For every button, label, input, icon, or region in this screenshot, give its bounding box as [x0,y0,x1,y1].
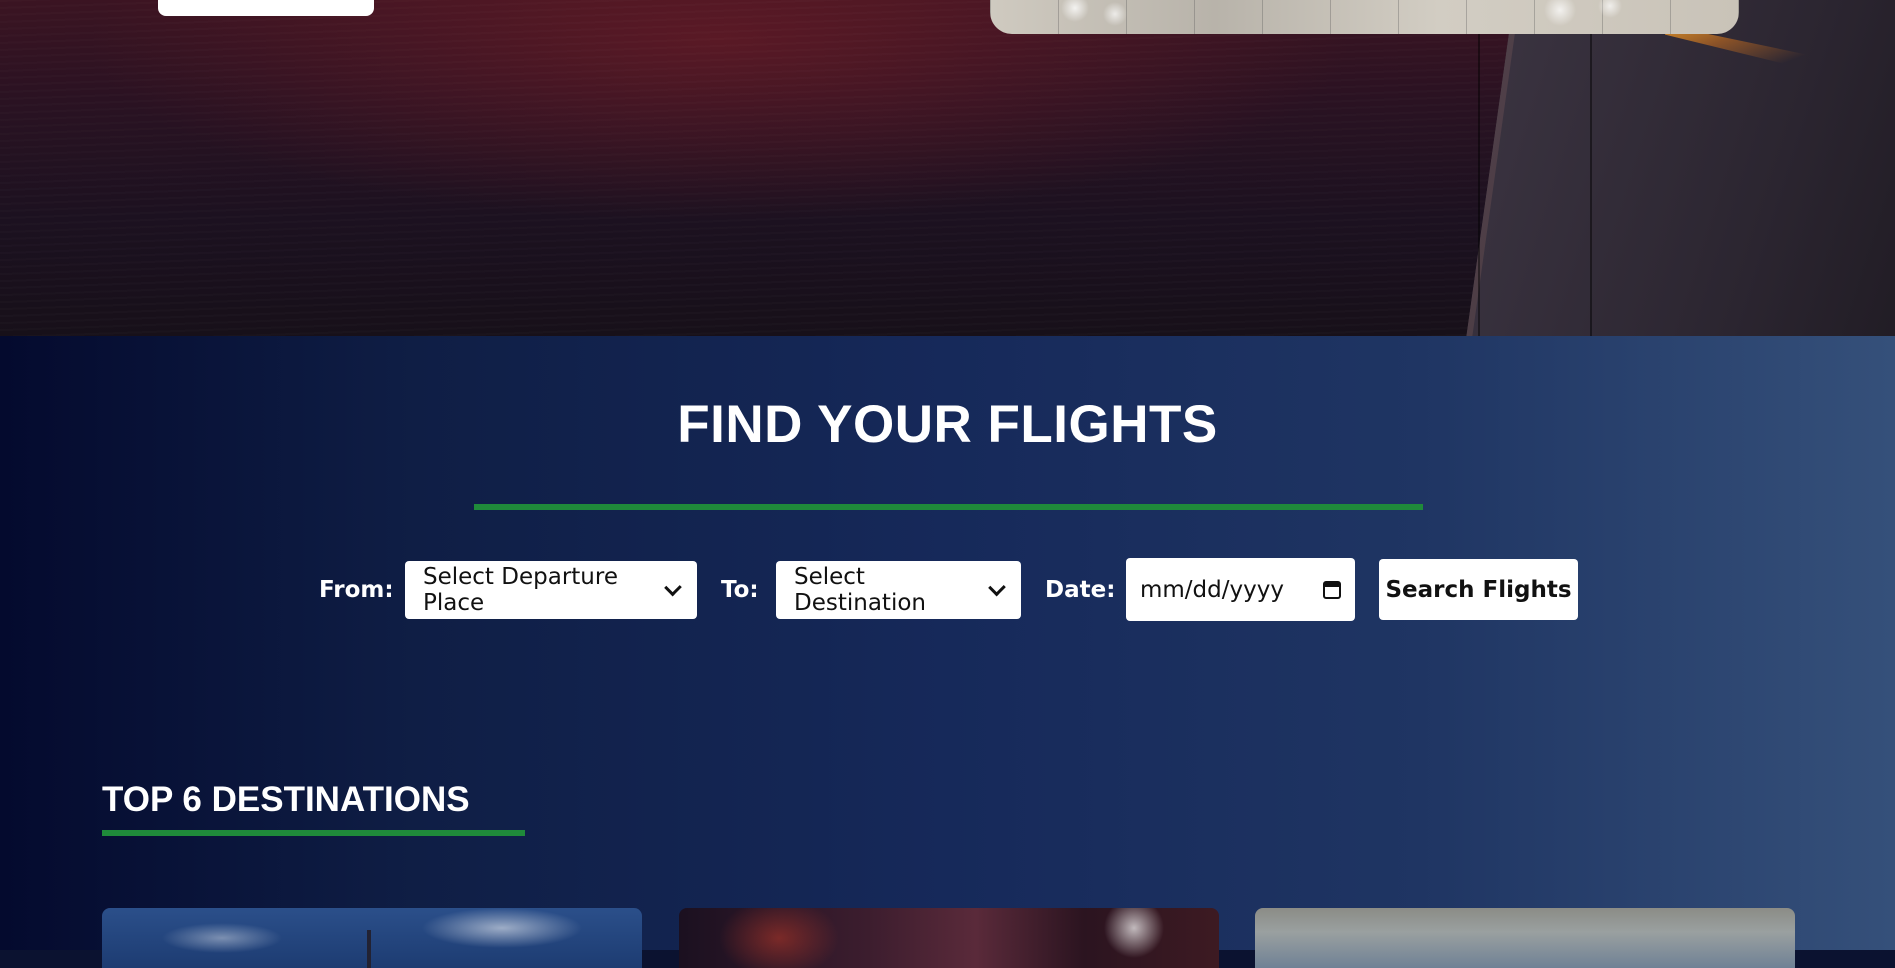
departure-select[interactable]: Select Departure Place [405,561,697,619]
chevron-down-icon [664,578,682,596]
to-label: To: [721,577,759,603]
destination-card[interactable] [1255,908,1795,968]
landmark-spire [367,930,371,968]
destinations-heading: TOP 6 DESTINATIONS [102,780,470,819]
hero-banner [0,0,1895,336]
destinations-underline [102,830,525,836]
hero-map-image [990,0,1739,34]
departure-select-value: Select Departure Place [423,564,618,616]
wing-seam [1478,30,1480,336]
chevron-down-icon [988,578,1006,596]
calendar-icon[interactable] [1323,580,1341,599]
date-label: Date: [1045,577,1116,603]
from-label: From: [319,577,394,603]
search-flights-button[interactable]: Search Flights [1379,559,1578,620]
destination-select-value: Select Destination [794,564,926,616]
airplane-wing-image [1461,0,1895,336]
date-input-placeholder: mm/dd/yyyy [1140,576,1284,603]
wing-seam [1590,30,1592,336]
title-underline [474,504,1423,510]
destination-card[interactable] [679,908,1219,968]
section-title: FIND YOUR FLIGHTS [677,395,1218,454]
flight-search-section: FIND YOUR FLIGHTS From: Select Departure… [0,336,1895,968]
destination-select[interactable]: Select Destination [776,561,1021,619]
hero-cta-button[interactable] [158,0,374,16]
map-lights [990,0,1739,34]
date-input[interactable]: mm/dd/yyyy [1126,558,1355,621]
destination-card[interactable] [102,908,642,968]
